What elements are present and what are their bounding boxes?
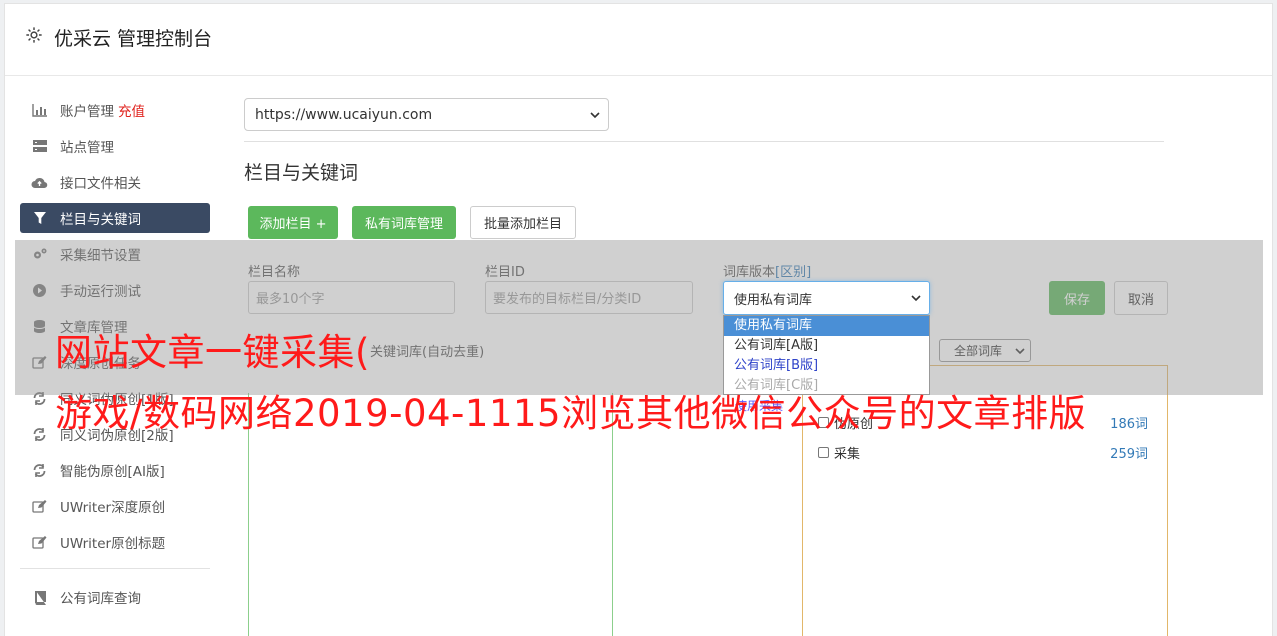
console-title: 优采云 管理控制台 (54, 28, 213, 50)
sidebar-divider (20, 568, 210, 569)
sidebar-item-interface[interactable]: 接口文件相关 (20, 164, 210, 200)
lib-checkbox[interactable] (818, 447, 829, 458)
sidebar-item-label: UWriter原创标题 (60, 536, 166, 552)
edit-icon (31, 534, 48, 551)
sidebar-item-uwriter-deep[interactable]: UWriter深度原创 (20, 488, 210, 524)
sidebar-item-label: UWriter深度原创 (60, 500, 166, 516)
sidebar-item-label: 站点管理 (60, 140, 114, 156)
refresh-icon (31, 462, 48, 479)
sidebar-item-sites[interactable]: 站点管理 (20, 128, 210, 164)
lib-option[interactable]: 使用私有词库 (724, 316, 929, 336)
lib-name: 采集 (834, 447, 861, 462)
batch-add-button[interactable]: 批量添加栏目 (470, 206, 576, 239)
server-icon (31, 138, 48, 155)
cloud-upload-icon (31, 174, 48, 191)
lib-version-value: 使用私有词库 (734, 292, 813, 308)
sidebar-item-label: 公有词库查询 (60, 591, 141, 607)
private-lib-button[interactable]: 私有词库管理 (352, 206, 456, 239)
lib-option[interactable]: 公有词库[A版] (724, 336, 929, 356)
site-select-value: https://www.ucaiyun.com (255, 106, 433, 123)
book-icon (31, 589, 48, 606)
sidebar-item-uwriter-title[interactable]: UWriter原创标题 (20, 524, 210, 560)
sidebar-item-label: 栏目与关键词 (60, 212, 141, 228)
edit-icon (31, 498, 48, 515)
add-column-button[interactable]: 添加栏目 + (248, 206, 338, 239)
lib-option[interactable]: 公有词库[B版] (724, 356, 929, 376)
sidebar-item-label: 智能伪原创[AI版] (60, 464, 165, 480)
site-select[interactable]: https://www.ucaiyun.com (244, 98, 609, 131)
lib-count[interactable]: 259词 (1110, 443, 1148, 462)
divider (244, 141, 1164, 142)
lib-row[interactable]: 采集 259词 (818, 443, 1148, 462)
chevron-down-icon (911, 295, 921, 302)
sidebar-item-ai-rewrite[interactable]: 智能伪原创[AI版] (20, 452, 210, 488)
lib-version-select[interactable]: 使用私有词库 (723, 281, 930, 315)
bar-chart-icon (31, 102, 48, 119)
section-title: 栏目与关键词 (244, 162, 359, 184)
chevron-down-icon (590, 112, 600, 119)
sidebar-item-account[interactable]: 账户管理 充值 (20, 92, 210, 128)
gear-icon (26, 27, 42, 43)
header: 优采云 管理控制台 (5, 4, 1272, 76)
sidebar-item-label: 接口文件相关 (60, 176, 141, 192)
refresh-icon (31, 426, 48, 443)
lib-count[interactable]: 186词 (1110, 413, 1148, 432)
watermark-line-1: 网站文章一键采集( (55, 331, 370, 374)
watermark-line-2: 游戏/数码网络2019-04-1115浏览其他微信公众号的文章排版 (55, 392, 1087, 435)
sidebar-item-label: 账户管理 (60, 104, 114, 120)
filter-icon (31, 210, 48, 227)
sidebar-item-columns[interactable]: 栏目与关键词 (20, 203, 210, 233)
recharge-link[interactable]: 充值 (118, 100, 145, 120)
sidebar-item-public-lib[interactable]: 公有词库查询 (20, 579, 210, 615)
